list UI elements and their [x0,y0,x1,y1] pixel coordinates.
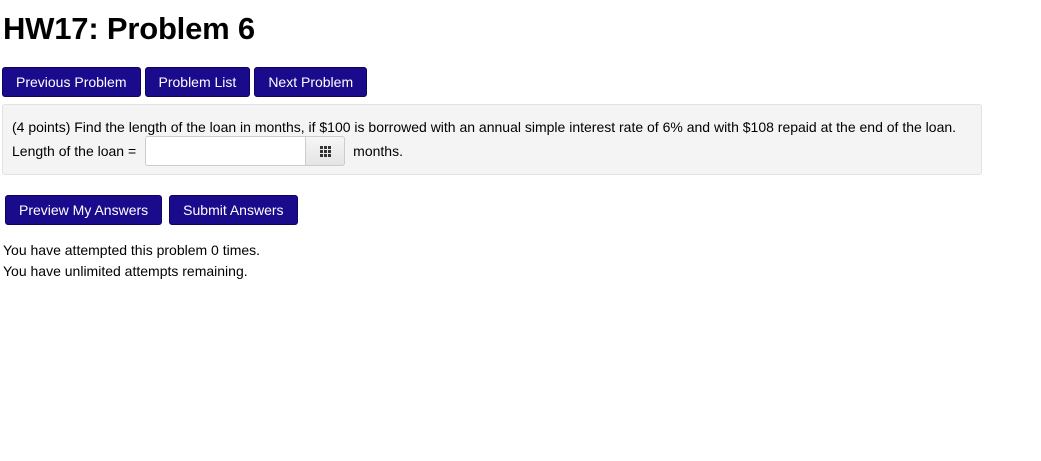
preview-answers-button[interactable]: Preview My Answers [5,195,163,225]
problem-statement: (4 points) Find the length of the loan i… [12,119,957,135]
previous-problem-button[interactable]: Previous Problem [2,67,141,97]
page-title: HW17: Problem 6 [3,11,255,46]
answer-input[interactable] [145,136,306,166]
answer-row: Length of the loan = months. [12,136,403,166]
attempts-count-text: You have attempted this problem 0 times. [3,242,261,258]
grid-icon [319,145,331,157]
problem-box: (4 points) Find the length of the loan i… [2,104,982,175]
submit-bar: Preview My Answers Submit Answers [5,195,298,225]
page: HW17: Problem 6 Previous Problem Problem… [0,0,1041,461]
attempts-remaining-text: You have unlimited attempts remaining. [3,263,248,279]
problem-nav: Previous Problem Problem List Next Probl… [2,67,368,97]
next-problem-button[interactable]: Next Problem [254,67,368,97]
equation-palette-button[interactable] [305,136,346,166]
answer-input-group [145,136,346,166]
problem-list-button[interactable]: Problem List [144,67,251,97]
attempts-info: You have attempted this problem 0 times.… [3,240,260,282]
submit-answers-button[interactable]: Submit Answers [169,195,298,225]
answer-unit: months. [353,143,403,159]
answer-label: Length of the loan = [12,143,137,159]
